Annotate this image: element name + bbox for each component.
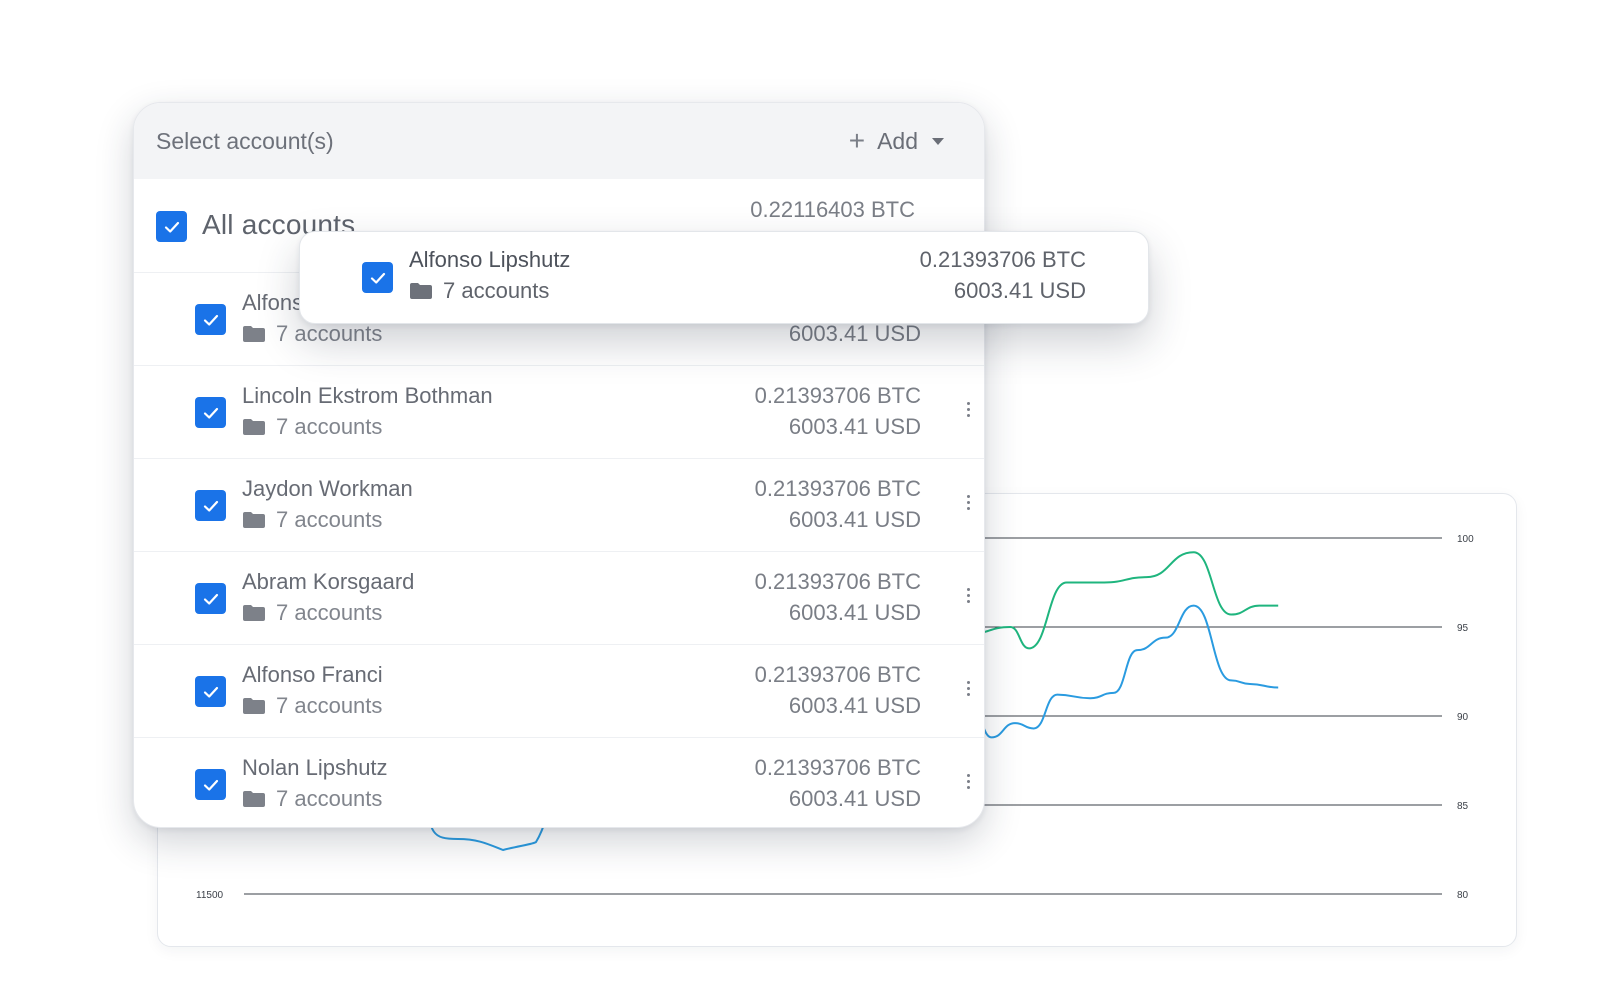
kebab-menu-icon[interactable] [967, 681, 971, 696]
folder-icon [243, 326, 265, 342]
all-accounts-checkbox[interactable] [156, 211, 187, 242]
account-checkbox[interactable] [195, 304, 226, 335]
plus-icon: + [848, 125, 866, 156]
folder-icon [410, 283, 432, 299]
checkmark-icon [203, 500, 218, 512]
checkmark-icon [203, 314, 218, 326]
kebab-menu-icon[interactable] [967, 402, 971, 417]
account-btc: 0.21393706 BTC [754, 755, 921, 780]
folder-icon [243, 605, 265, 621]
all-accounts-btc: 0.22116403 BTC [750, 197, 915, 222]
account-row[interactable]: Abram Korsgaard 7 accounts 0.21393706 BTC 6… [134, 552, 984, 645]
checkmark-icon [203, 779, 218, 791]
account-sub: 7 accounts [242, 414, 382, 440]
account-count: 7 accounts [276, 414, 383, 439]
floating-card-usd: 6003.41 USD [953, 278, 1086, 303]
account-name: Alfonso Franci [242, 662, 383, 687]
stage: 100 95 90 85 80 11500 Select account(s) + Add… [0, 0, 1600, 983]
kebab-menu-icon[interactable] [967, 588, 971, 603]
account-usd: 6003.41 USD [788, 321, 921, 346]
account-sub: 7 accounts [242, 693, 382, 719]
floating-card-checkbox[interactable] [362, 262, 393, 293]
right-axis-tick-label: 85 [1457, 801, 1469, 812]
account-btc: 0.21393706 BTC [754, 383, 921, 408]
account-row[interactable]: Jaydon Workman 7 accounts 0.21393706 BTC 60… [134, 459, 984, 552]
account-checkbox[interactable] [195, 769, 226, 800]
account-count: 7 accounts [276, 600, 383, 625]
account-selection-panel: Select account(s) + Add All accounts 0.2… [133, 102, 985, 828]
account-sub: 7 accounts [242, 507, 382, 533]
account-checkbox[interactable] [195, 490, 226, 521]
account-list: Alfonso Lipshutz7 accounts0.21393706 BTC… [134, 273, 984, 827]
account-count: 7 accounts [276, 507, 383, 532]
add-button[interactable]: + Add [849, 127, 944, 155]
floating-card-sub: 7 accounts [409, 278, 549, 304]
series-line [967, 551, 1279, 650]
folder-icon [243, 419, 265, 435]
account-row[interactable]: Lincoln Ekstrom Bothman 7 accounts 0.21393… [134, 366, 984, 459]
account-btc: 0.21393706 BTC [754, 476, 921, 501]
folder-icon [243, 512, 265, 528]
floating-card-btc: 0.21393706 BTC [919, 247, 1086, 272]
folder-icon [243, 791, 265, 807]
caret-down-icon [932, 137, 944, 145]
right-axis-tick-label: 80 [1457, 890, 1469, 901]
account-count: 7 accounts [276, 693, 383, 718]
account-usd: 6003.41 USD [788, 414, 921, 439]
series-line [967, 604, 1279, 739]
checkmark-icon [370, 272, 385, 284]
checkmark-icon [164, 221, 179, 233]
dragged-account-card[interactable]: Alfonso Lipshutz 7 accounts 0.21393706 B… [299, 231, 1149, 324]
account-sub: 7 accounts [242, 321, 382, 347]
account-row[interactable]: Nolan Lipshutz 7 accounts 0.21393706 BTC 60… [134, 738, 984, 827]
right-axis-tick-label: 100 [1457, 534, 1474, 545]
right-axis-tick-label: 95 [1457, 623, 1469, 634]
right-axis-tick-label: 90 [1457, 712, 1469, 723]
account-checkbox[interactable] [195, 397, 226, 428]
account-btc: 0.21393706 BTC [754, 662, 921, 687]
floating-card-sub-label: 7 accounts [443, 278, 550, 303]
account-count: 7 accounts [276, 321, 383, 346]
account-usd: 6003.41 USD [788, 786, 921, 811]
checkmark-icon [203, 407, 218, 419]
account-count: 7 accounts [276, 786, 383, 811]
folder-icon [243, 698, 265, 714]
panel-header: Select account(s) + Add [134, 103, 984, 179]
account-name: Jaydon Workman [242, 476, 413, 501]
account-sub: 7 accounts [242, 600, 382, 626]
account-name: Abram Korsgaard [242, 569, 415, 594]
checkmark-icon [203, 686, 218, 698]
floating-card-name: Alfonso Lipshutz [409, 247, 571, 272]
account-checkbox[interactable] [195, 676, 226, 707]
account-row[interactable]: Alfonso Franci 7 accounts 0.21393706 BTC 60… [134, 645, 984, 738]
panel-title: Select account(s) [156, 127, 334, 154]
kebab-menu-icon[interactable] [967, 495, 971, 510]
account-usd: 6003.41 USD [788, 693, 921, 718]
account-usd: 6003.41 USD [788, 600, 921, 625]
account-name: Nolan Lipshutz [242, 755, 388, 780]
checkmark-icon [203, 593, 218, 605]
account-usd: 6003.41 USD [788, 507, 921, 532]
account-checkbox[interactable] [195, 583, 226, 614]
add-label: Add [877, 127, 918, 154]
account-btc: 0.21393706 BTC [754, 569, 921, 594]
kebab-menu-icon[interactable] [967, 774, 971, 789]
account-sub: 7 accounts [242, 786, 382, 812]
account-name: Lincoln Ekstrom Bothman [242, 383, 493, 408]
left-axis-tick-label: 11500 [196, 890, 224, 901]
